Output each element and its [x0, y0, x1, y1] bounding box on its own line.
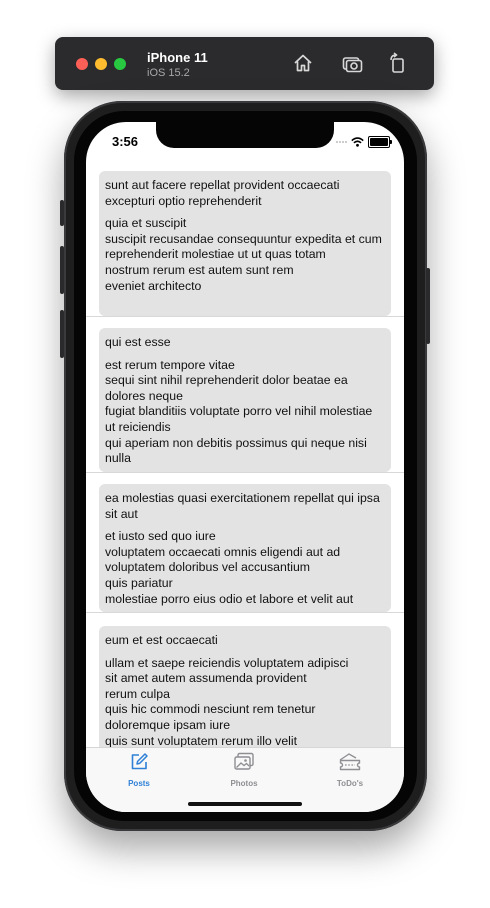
- post-body: est rerum tempore vitae sequi sint nihil…: [105, 357, 373, 466]
- battery-icon: [368, 136, 392, 148]
- post-body: quia et suscipit suscipit recusandae con…: [105, 216, 382, 293]
- os-version: iOS 15.2: [147, 67, 190, 79]
- row-separator: [86, 316, 404, 317]
- cellular-signal-icon: [336, 141, 347, 143]
- simulator-title-bar: iPhone 11 iOS 15.2: [55, 37, 434, 90]
- home-indicator[interactable]: [188, 802, 302, 806]
- post-card[interactable]: qui est esse est rerum tempore vitae seq…: [99, 328, 391, 472]
- home-icon[interactable]: [292, 52, 314, 74]
- tab-label: ToDo's: [336, 779, 364, 788]
- compose-icon: [131, 753, 148, 770]
- post-body: et iusto sed quo iure voluptatem occaeca…: [105, 529, 354, 606]
- row-separator: [86, 612, 404, 613]
- volume-up-button: [60, 246, 64, 294]
- post-title: sunt aut facere repellat provident occae…: [105, 178, 340, 208]
- post-card[interactable]: ea molestias quasi exercitationem repell…: [99, 484, 391, 612]
- screenshot-icon[interactable]: [341, 52, 363, 74]
- close-window-button[interactable]: [76, 58, 88, 70]
- tab-label: Posts: [128, 779, 150, 788]
- posts-list[interactable]: sunt aut facere repellat provident occae…: [86, 171, 404, 747]
- device-screen: 3:56 sunt aut facere repellat provident …: [86, 122, 404, 812]
- zoom-window-button[interactable]: [114, 58, 126, 70]
- post-title: eum et est occaecati: [105, 633, 218, 647]
- device-name: iPhone 11: [147, 50, 208, 65]
- volume-down-button: [60, 310, 64, 358]
- photos-icon: [234, 752, 254, 770]
- tab-photos[interactable]: Photos: [209, 752, 279, 788]
- minimize-window-button[interactable]: [95, 58, 107, 70]
- post-title: qui est esse: [105, 335, 171, 349]
- wifi-icon: [351, 137, 364, 147]
- post-card[interactable]: eum et est occaecati ullam et saepe reic…: [99, 626, 391, 747]
- tab-todos[interactable]: ToDo's: [315, 752, 385, 788]
- post-body: ullam et saepe reiciendis voluptatem adi…: [105, 655, 349, 747]
- power-button: [426, 268, 430, 344]
- tab-posts[interactable]: Posts: [104, 752, 174, 788]
- post-title: ea molestias quasi exercitationem repell…: [105, 491, 380, 521]
- row-separator: [86, 472, 404, 473]
- status-time: 3:56: [112, 134, 139, 149]
- tab-label: Photos: [230, 779, 258, 788]
- status-icons: [336, 136, 392, 148]
- ticket-icon: [339, 753, 361, 771]
- notch: [156, 122, 334, 148]
- post-card[interactable]: sunt aut facere repellat provident occae…: [99, 171, 391, 316]
- rotate-icon[interactable]: [387, 52, 409, 74]
- mute-switch: [60, 200, 64, 226]
